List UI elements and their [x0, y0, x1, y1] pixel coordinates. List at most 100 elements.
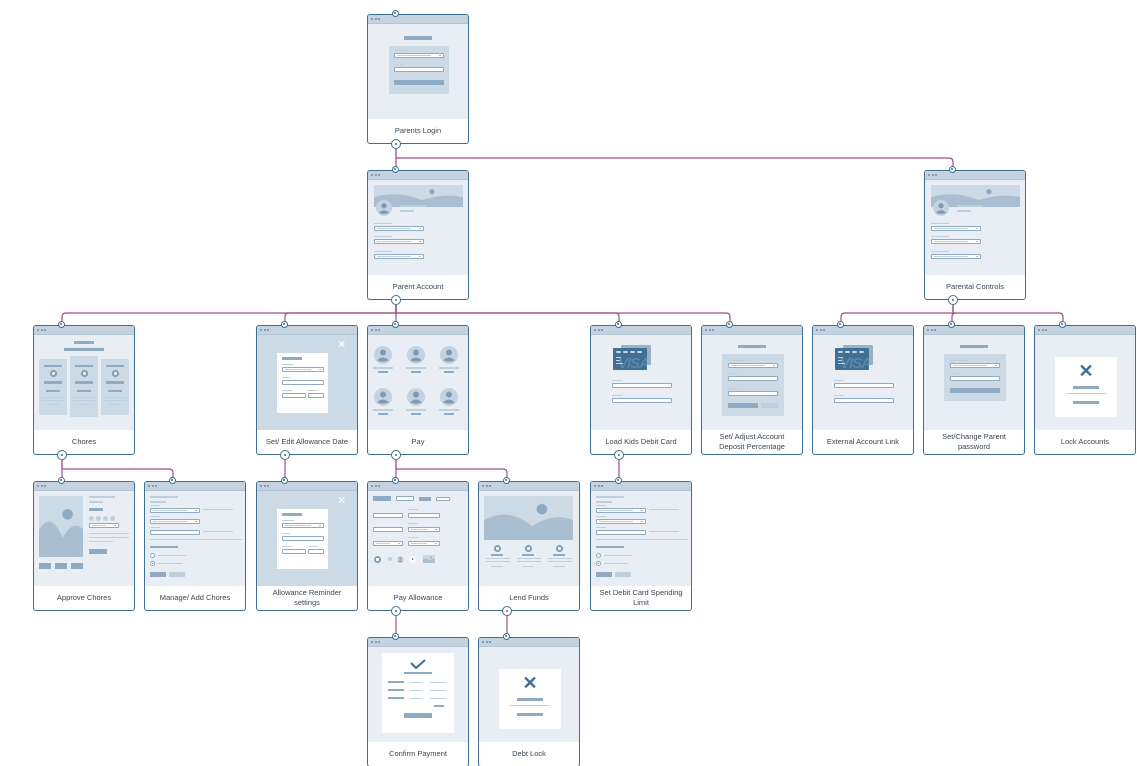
input-connector-node[interactable]	[614, 321, 622, 328]
input-connector-node[interactable]	[391, 321, 399, 328]
screen-card-pay[interactable]: Pay	[367, 321, 469, 455]
wireframe-profile-with-dropdowns	[925, 180, 1025, 275]
connector-chores-to-manage-add-chores	[61, 460, 174, 479]
screen-card-parental-controls[interactable]: Parental Controls	[924, 166, 1026, 300]
input-connector-node[interactable]	[168, 477, 176, 484]
screen-label: Parents Login	[394, 125, 442, 135]
wireframe-check-receipt	[368, 647, 468, 742]
screen-card-approve-chores[interactable]: Approve Chores	[33, 477, 135, 611]
input-connector-node[interactable]	[614, 477, 622, 484]
output-connector-node-parent-account[interactable]	[391, 295, 401, 305]
screen-label: Set/ Adjust Account Deposit Percentage	[719, 431, 785, 451]
window-dots-icon	[371, 329, 380, 331]
screen-card-confirm-payment[interactable]: Confirm Payment	[367, 633, 469, 766]
screen-card-debt-lock[interactable]: ✕ Debt Lock	[478, 633, 580, 766]
input-connector-node[interactable]	[502, 633, 510, 640]
window-titlebar	[257, 326, 357, 335]
screen-card-parents-login[interactable]: Parents Login	[367, 10, 469, 144]
window-dots-icon	[705, 329, 714, 331]
output-connector-node-parents-login[interactable]	[391, 139, 401, 149]
window-dots-icon	[371, 641, 380, 643]
input-connector-node[interactable]	[391, 633, 399, 640]
screen-card-pay-allowance[interactable]: Pay Allowance	[367, 477, 469, 611]
screen-label: Parent Account	[392, 281, 444, 291]
output-connector-node-parental-controls[interactable]	[948, 295, 958, 305]
wireframe-x-dialog: ✕	[1035, 335, 1135, 430]
screen-card-load-kids-debit-card[interactable]: VISA Load Kids Debit Card	[590, 321, 692, 455]
screen-label: Approve Chores	[56, 592, 112, 602]
window-dots-icon	[816, 329, 825, 331]
window-titlebar	[145, 482, 245, 491]
window-dots-icon	[594, 485, 603, 487]
connector-parent-account-to-set-edit-allowance-date	[284, 305, 397, 323]
input-connector-node[interactable]	[391, 477, 399, 484]
screen-label: Set Debit Card Spending Limit	[599, 587, 683, 607]
input-connector-node[interactable]	[280, 477, 288, 484]
screen-card-chores[interactable]: Chores	[33, 321, 135, 455]
connector-parent-account-to-load-kids-debit-card	[395, 305, 620, 323]
wireframe-payment-form	[368, 491, 468, 586]
window-titlebar	[591, 326, 691, 335]
screen-card-set-edit-allowance-date[interactable]: ✕ Set/ Edit Allowance Date	[256, 321, 358, 455]
screen-card-lock-accounts[interactable]: ✕ Lock Accounts	[1034, 321, 1136, 455]
connector-parent-account-to-set-adjust-deposit	[395, 305, 731, 323]
screen-card-lend-funds[interactable]: Lend Funds	[478, 477, 580, 611]
wireframe-password-form	[924, 335, 1024, 430]
input-connector-node[interactable]	[280, 321, 288, 328]
window-dots-icon	[371, 18, 380, 20]
window-dots-icon	[482, 641, 491, 643]
window-titlebar	[34, 326, 134, 335]
input-connector-node[interactable]	[1058, 321, 1066, 328]
window-dots-icon	[482, 485, 491, 487]
screen-card-set-change-parent-password[interactable]: Set/Change Parent password	[923, 321, 1025, 455]
screen-label: Allowance Reminder settings	[272, 587, 342, 607]
wireframe-x-dialog: ✕	[479, 647, 579, 742]
output-connector-node-load-kids-debit-card[interactable]	[614, 450, 624, 460]
input-connector-node[interactable]	[391, 166, 399, 173]
input-connector-node[interactable]	[57, 321, 65, 328]
screen-label: Chores	[71, 436, 97, 446]
screen-card-allowance-reminder-settings[interactable]: ✕ Allowance Reminder settings	[256, 477, 358, 611]
output-connector-node-pay[interactable]	[391, 450, 401, 460]
window-titlebar	[479, 638, 579, 647]
connector-parental-controls-to-lock-accounts	[952, 305, 1064, 323]
output-connector-node-set-edit-allowance-date[interactable]	[280, 450, 290, 460]
output-connector-node-chores[interactable]	[57, 450, 67, 460]
window-dots-icon	[371, 485, 380, 487]
window-dots-icon	[37, 485, 46, 487]
output-connector-node-lend-funds[interactable]	[502, 606, 512, 616]
input-connector-node[interactable]	[502, 477, 510, 484]
connector-parents-login-to-parental-controls	[395, 149, 954, 168]
window-titlebar	[924, 326, 1024, 335]
window-titlebar	[591, 482, 691, 491]
output-connector-node-pay-allowance[interactable]	[391, 606, 401, 616]
screen-label: Debt Lock	[512, 748, 546, 758]
wireframe-hero-three-features	[479, 491, 579, 586]
input-connector-node[interactable]	[836, 321, 844, 328]
window-dots-icon	[37, 329, 46, 331]
input-connector-node[interactable]	[947, 321, 955, 328]
screen-card-parent-account[interactable]: Parent Account	[367, 166, 469, 300]
screen-card-manage-add-chores[interactable]: Manage/ Add Chores	[144, 477, 246, 611]
window-titlebar	[368, 638, 468, 647]
window-titlebar	[34, 482, 134, 491]
input-connector-node[interactable]	[948, 166, 956, 173]
wireframe-three-column-pricing	[34, 335, 134, 430]
wireframe-product-detail	[34, 491, 134, 586]
screen-label: Manage/ Add Chores	[159, 592, 231, 602]
wireframe-modal-form: ✕	[257, 335, 357, 430]
screen-label: Lock Accounts	[1060, 436, 1110, 446]
input-connector-node[interactable]	[57, 477, 65, 484]
screen-label: Lend Funds	[509, 592, 549, 602]
window-dots-icon	[928, 174, 937, 176]
screen-card-external-account-link[interactable]: VISA External Account Link	[812, 321, 914, 455]
window-titlebar	[368, 326, 468, 335]
wireframe-avatar-grid	[368, 335, 468, 430]
window-dots-icon	[927, 329, 936, 331]
input-connector-node[interactable]	[391, 10, 399, 17]
wireframe-profile-with-dropdowns	[368, 180, 468, 275]
input-connector-node[interactable]	[725, 321, 733, 328]
screen-card-set-debit-card-spending-limit[interactable]: Set Debit Card Spending Limit	[590, 477, 692, 611]
screen-card-set-adjust-deposit[interactable]: Set/ Adjust Account Deposit Percentage	[701, 321, 803, 455]
screen-label: Set/ Edit Allowance Date	[265, 436, 349, 446]
